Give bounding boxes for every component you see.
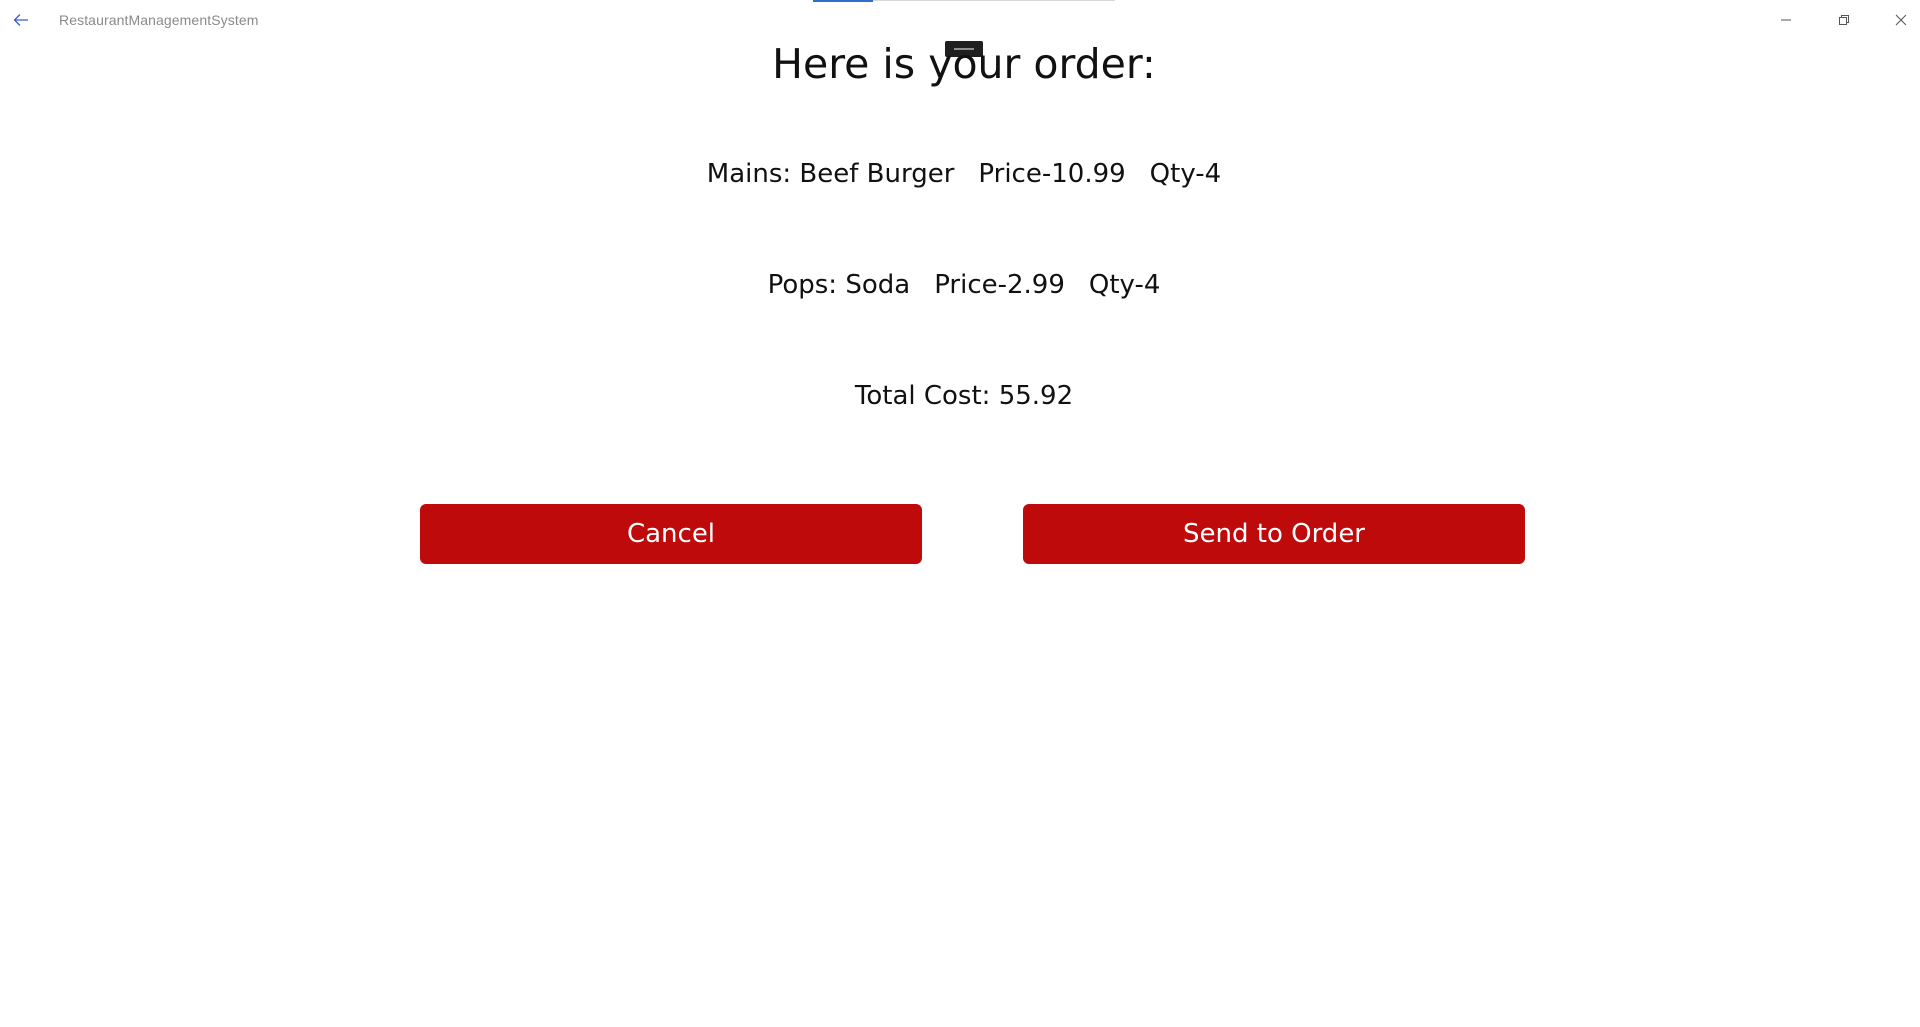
page-title: Here is your order: (772, 40, 1156, 88)
title-bar: RestaurantManagementSystem (0, 0, 1920, 40)
close-button[interactable] (1872, 0, 1920, 40)
pops-label: Pops: Soda (767, 270, 911, 300)
progress-bar (813, 0, 1115, 2)
restore-icon (1839, 15, 1849, 25)
restore-button[interactable] (1815, 0, 1873, 40)
minimize-button[interactable] (1757, 0, 1815, 40)
pops-qty: Qty-4 (1088, 270, 1161, 300)
close-icon (1895, 14, 1907, 26)
mains-qty: Qty-4 (1149, 159, 1222, 189)
order-item-pops: Pops: Soda Price-2.99 Qty-4 (0, 270, 1920, 300)
pops-price: Price-2.99 (934, 270, 1065, 300)
minimize-icon (1781, 19, 1791, 21)
progress-fill (813, 0, 874, 2)
back-button[interactable] (0, 0, 44, 40)
order-item-mains: Mains: Beef Burger Price-10.99 Qty-4 (0, 159, 1920, 189)
mains-label: Mains: Beef Burger (706, 159, 955, 189)
send-to-order-button[interactable]: Send to Order (1023, 504, 1525, 564)
back-arrow-icon (13, 14, 28, 26)
mains-price: Price-10.99 (978, 159, 1126, 189)
total-cost: Total Cost: 55.92 (854, 381, 1074, 411)
cancel-button[interactable]: Cancel (420, 504, 922, 564)
app-title: RestaurantManagementSystem (59, 12, 259, 28)
